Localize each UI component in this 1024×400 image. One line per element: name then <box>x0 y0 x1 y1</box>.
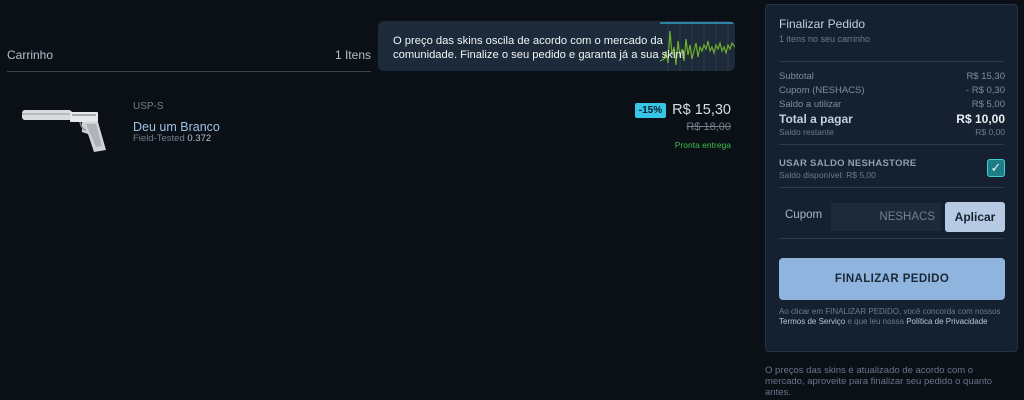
privacy-link[interactable]: Política de Privacidade <box>906 317 987 326</box>
apply-coupon-button[interactable]: Aplicar <box>945 202 1005 232</box>
stock-status: Pronta entrega <box>674 140 731 150</box>
pistol-icon <box>22 110 106 152</box>
subtotal-label: Subtotal <box>779 71 814 82</box>
balance-row: Saldo a utilizar R$ 5,00 <box>779 99 1005 110</box>
discount-badge: -15% <box>634 102 667 118</box>
legal-middle: e que leu nossa <box>847 317 904 326</box>
total-label: Total a pagar <box>779 112 853 126</box>
cart-header: Carrinho 1 Itens <box>7 48 371 72</box>
price-row: -15% R$ 15,30 <box>634 102 731 118</box>
legal-prefix: Ao clicar em FINALIZAR PEDIDO, você conc… <box>779 307 1001 316</box>
summary-title: Finalizar Pedido <box>779 17 866 31</box>
use-balance-checkbox[interactable]: ✓ <box>987 159 1005 177</box>
balance-value: R$ 5,00 <box>971 99 1005 110</box>
use-balance-label: USAR SALDO NESHASTORE <box>779 158 917 169</box>
coupon-input[interactable] <box>831 203 941 231</box>
subtotal-row: Subtotal R$ 15,30 <box>779 71 1005 82</box>
checkmark-icon: ✓ <box>990 160 1002 175</box>
remaining-label: Saldo restante <box>779 127 834 137</box>
banner-text: O preço das skins oscila de acordo com o… <box>393 35 685 61</box>
divider <box>779 144 1004 145</box>
item-old-price: R$ 18,00 <box>686 121 731 133</box>
item-wear: Field-Tested 0.372 <box>133 133 211 144</box>
summary-subtitle: 1 itens no seu carrinho <box>779 34 871 44</box>
divider <box>779 187 1004 188</box>
available-balance: Saldo disponível: R$ 5,00 <box>779 170 876 180</box>
cart-title: Carrinho <box>7 48 54 62</box>
price-update-note: O preços das skins é atualizado de acord… <box>765 365 993 398</box>
order-summary-panel: Finalizar Pedido 1 itens no seu carrinho… <box>765 4 1018 352</box>
divider <box>779 61 1004 62</box>
total-value: R$ 10,00 <box>956 112 1005 126</box>
skin-image <box>20 100 120 156</box>
subtotal-value: R$ 15,30 <box>966 71 1005 82</box>
cart-count: 1 Itens <box>334 48 371 62</box>
item-category: USP-S <box>133 101 164 112</box>
finalize-order-button[interactable]: FINALIZAR PEDIDO <box>779 258 1005 300</box>
wear-label: Field-Tested <box>133 133 185 144</box>
remaining-row: Saldo restante R$ 0,00 <box>779 127 1005 137</box>
divider <box>779 238 1004 239</box>
balance-label: Saldo a utilizar <box>779 99 842 110</box>
coupon-row-label: Cupom (NESHACS) <box>779 85 865 96</box>
coupon-field-label: Cupom <box>785 209 823 221</box>
price-notice-banner: O preço das skins oscila de acordo com o… <box>378 21 735 71</box>
item-name[interactable]: Deu um Branco <box>133 120 220 134</box>
legal-text: Ao clicar em FINALIZAR PEDIDO, você conc… <box>779 307 1007 327</box>
total-row: Total a pagar R$ 10,00 <box>779 112 1005 126</box>
item-float: 0.372 <box>187 133 212 144</box>
coupon-row: Cupom (NESHACS) - R$ 0,30 <box>779 85 1005 96</box>
item-price: R$ 15,30 <box>672 102 731 118</box>
remaining-value: R$ 0,00 <box>975 127 1005 137</box>
terms-link[interactable]: Termos de Serviço <box>779 317 845 326</box>
coupon-row-value: - R$ 0,30 <box>965 85 1005 96</box>
